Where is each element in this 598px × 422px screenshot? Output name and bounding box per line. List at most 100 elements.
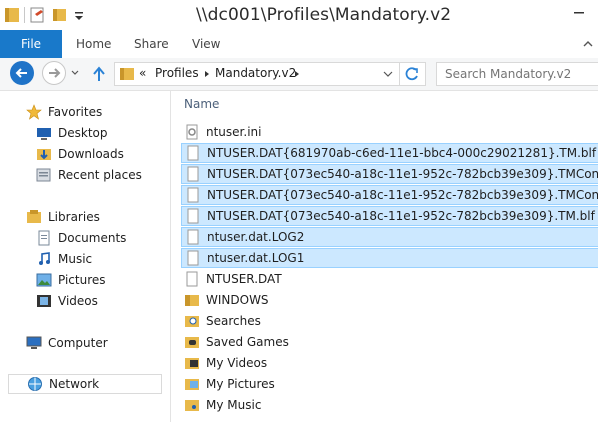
nav-network[interactable]: Network: [8, 374, 162, 394]
breadcrumb-mandatory[interactable]: Mandatory.v2: [215, 66, 296, 80]
documents-icon: [36, 230, 52, 246]
file-row[interactable]: NTUSER.DAT{073ec540-a18c-11e1-952c-782bc…: [181, 185, 598, 205]
libraries-icon: [26, 209, 42, 225]
back-button[interactable]: [10, 61, 34, 85]
nav-pictures-label: Pictures: [58, 273, 106, 287]
recent-places-icon: [36, 167, 52, 183]
column-header-name[interactable]: Name: [184, 97, 219, 111]
file-name: ntuser.dat.LOG2: [207, 230, 305, 244]
nav-desktop[interactable]: Desktop: [36, 123, 166, 143]
file-row[interactable]: My Music: [181, 395, 598, 415]
navigation-pane: Favorites Desktop Downloads Recent place…: [0, 91, 171, 422]
qat-dropdown-icon[interactable]: [73, 6, 85, 24]
file-row[interactable]: ntuser.ini: [181, 122, 598, 142]
file-icon: [185, 229, 201, 245]
star-icon: [26, 104, 42, 120]
desktop-icon: [36, 125, 52, 141]
file-icon: [185, 250, 201, 266]
file-row[interactable]: NTUSER.DAT{681970ab-c6ed-11e1-bbc4-000c2…: [181, 143, 598, 163]
forward-button[interactable]: [42, 61, 66, 85]
file-name: Saved Games: [206, 335, 289, 349]
file-name: NTUSER.DAT{073ec540-a18c-11e1-952c-782bc…: [207, 188, 598, 202]
nav-computer[interactable]: Computer: [26, 333, 166, 353]
file-row[interactable]: My Videos: [181, 353, 598, 373]
file-name: My Music: [206, 398, 262, 412]
nav-recent-places[interactable]: Recent places: [36, 165, 166, 185]
title-bar: \\dc001\Profiles\Mandatory.v2: [0, 0, 598, 30]
search-box[interactable]: [436, 62, 598, 86]
file-name: NTUSER.DAT{073ec540-a18c-11e1-952c-782bc…: [207, 209, 595, 223]
folder-app-icon: [5, 8, 19, 22]
window-title: \\dc001\Profiles\Mandatory.v2: [196, 5, 452, 25]
file-name: Searches: [206, 314, 261, 328]
nav-documents-label: Documents: [58, 231, 127, 245]
breadcrumb-profiles[interactable]: Profiles: [155, 66, 199, 80]
file-row[interactable]: ntuser.dat.LOG1: [181, 248, 598, 268]
search-input[interactable]: [443, 66, 597, 82]
nav-videos[interactable]: Videos: [36, 291, 166, 311]
address-field[interactable]: « Profiles Mandatory.v2: [114, 62, 426, 86]
folder-icon: [120, 68, 134, 80]
file-row[interactable]: WINDOWS: [181, 290, 598, 310]
nav-music[interactable]: Music: [36, 249, 166, 269]
music-folder-icon: [184, 397, 200, 413]
address-dropdown-icon[interactable]: [381, 64, 395, 84]
arrow-right-icon: [49, 68, 61, 78]
videos-icon: [36, 293, 52, 309]
recent-locations-icon[interactable]: [70, 61, 80, 85]
new-folder-icon[interactable]: [51, 6, 69, 24]
file-row[interactable]: ntuser.dat.LOG2: [181, 227, 598, 247]
ribbon-tabs: File Home Share View: [0, 30, 598, 59]
tab-share[interactable]: Share: [134, 30, 169, 58]
file-name: WINDOWS: [206, 293, 269, 307]
pictures-folder-icon: [184, 376, 200, 392]
tab-view[interactable]: View: [192, 30, 220, 58]
file-name: ntuser.ini: [206, 125, 262, 139]
up-arrow-icon[interactable]: [90, 62, 108, 86]
nav-libraries-label: Libraries: [48, 210, 100, 224]
pictures-icon: [36, 272, 52, 288]
nav-downloads-label: Downloads: [58, 147, 124, 161]
nav-downloads[interactable]: Downloads: [36, 144, 166, 164]
nav-desktop-label: Desktop: [58, 126, 108, 140]
file-row[interactable]: NTUSER.DAT{073ec540-a18c-11e1-952c-782bc…: [181, 206, 598, 226]
nav-documents[interactable]: Documents: [36, 228, 166, 248]
tab-file[interactable]: File: [0, 30, 62, 58]
file-name: ntuser.dat.LOG1: [207, 251, 305, 265]
settings-file-icon: [184, 124, 200, 140]
file-row[interactable]: My Pictures: [181, 374, 598, 394]
file-row[interactable]: NTUSER.DAT{073ec540-a18c-11e1-952c-782bc…: [181, 164, 598, 184]
file-name: NTUSER.DAT: [206, 272, 282, 286]
chevron-up-icon[interactable]: [578, 30, 598, 58]
videos-folder-icon: [184, 355, 200, 371]
file-icon: [185, 208, 201, 224]
refresh-icon[interactable]: [402, 64, 422, 84]
tab-home[interactable]: Home: [76, 30, 111, 58]
nav-computer-label: Computer: [48, 336, 108, 350]
file-name: NTUSER.DAT{681970ab-c6ed-11e1-bbc4-000c2…: [207, 146, 597, 160]
breadcrumb-arrow-icon[interactable]: [293, 66, 301, 82]
nav-favorites[interactable]: Favorites: [26, 102, 166, 122]
file-row[interactable]: Saved Games: [181, 332, 598, 352]
file-icon: [185, 166, 201, 182]
nav-videos-label: Videos: [58, 294, 98, 308]
downloads-icon: [36, 146, 52, 162]
overflow-chevron[interactable]: «: [139, 66, 146, 80]
properties-icon[interactable]: [29, 6, 47, 24]
file-row[interactable]: NTUSER.DAT: [181, 269, 598, 289]
nav-network-label: Network: [49, 377, 100, 391]
file-row[interactable]: Searches: [181, 311, 598, 331]
nav-libraries[interactable]: Libraries: [26, 207, 166, 227]
minimize-button[interactable]: [564, 0, 594, 20]
music-icon: [36, 251, 52, 267]
computer-icon: [26, 335, 42, 351]
file-name: My Videos: [206, 356, 268, 370]
file-icon: [185, 187, 201, 203]
file-name: NTUSER.DAT{073ec540-a18c-11e1-952c-782bc…: [207, 167, 598, 181]
nav-recent-places-label: Recent places: [58, 168, 142, 182]
network-icon: [27, 376, 43, 392]
file-name: My Pictures: [206, 377, 275, 391]
arrow-left-icon: [15, 68, 27, 78]
breadcrumb-arrow-icon[interactable]: [203, 66, 211, 82]
nav-pictures[interactable]: Pictures: [36, 270, 166, 290]
